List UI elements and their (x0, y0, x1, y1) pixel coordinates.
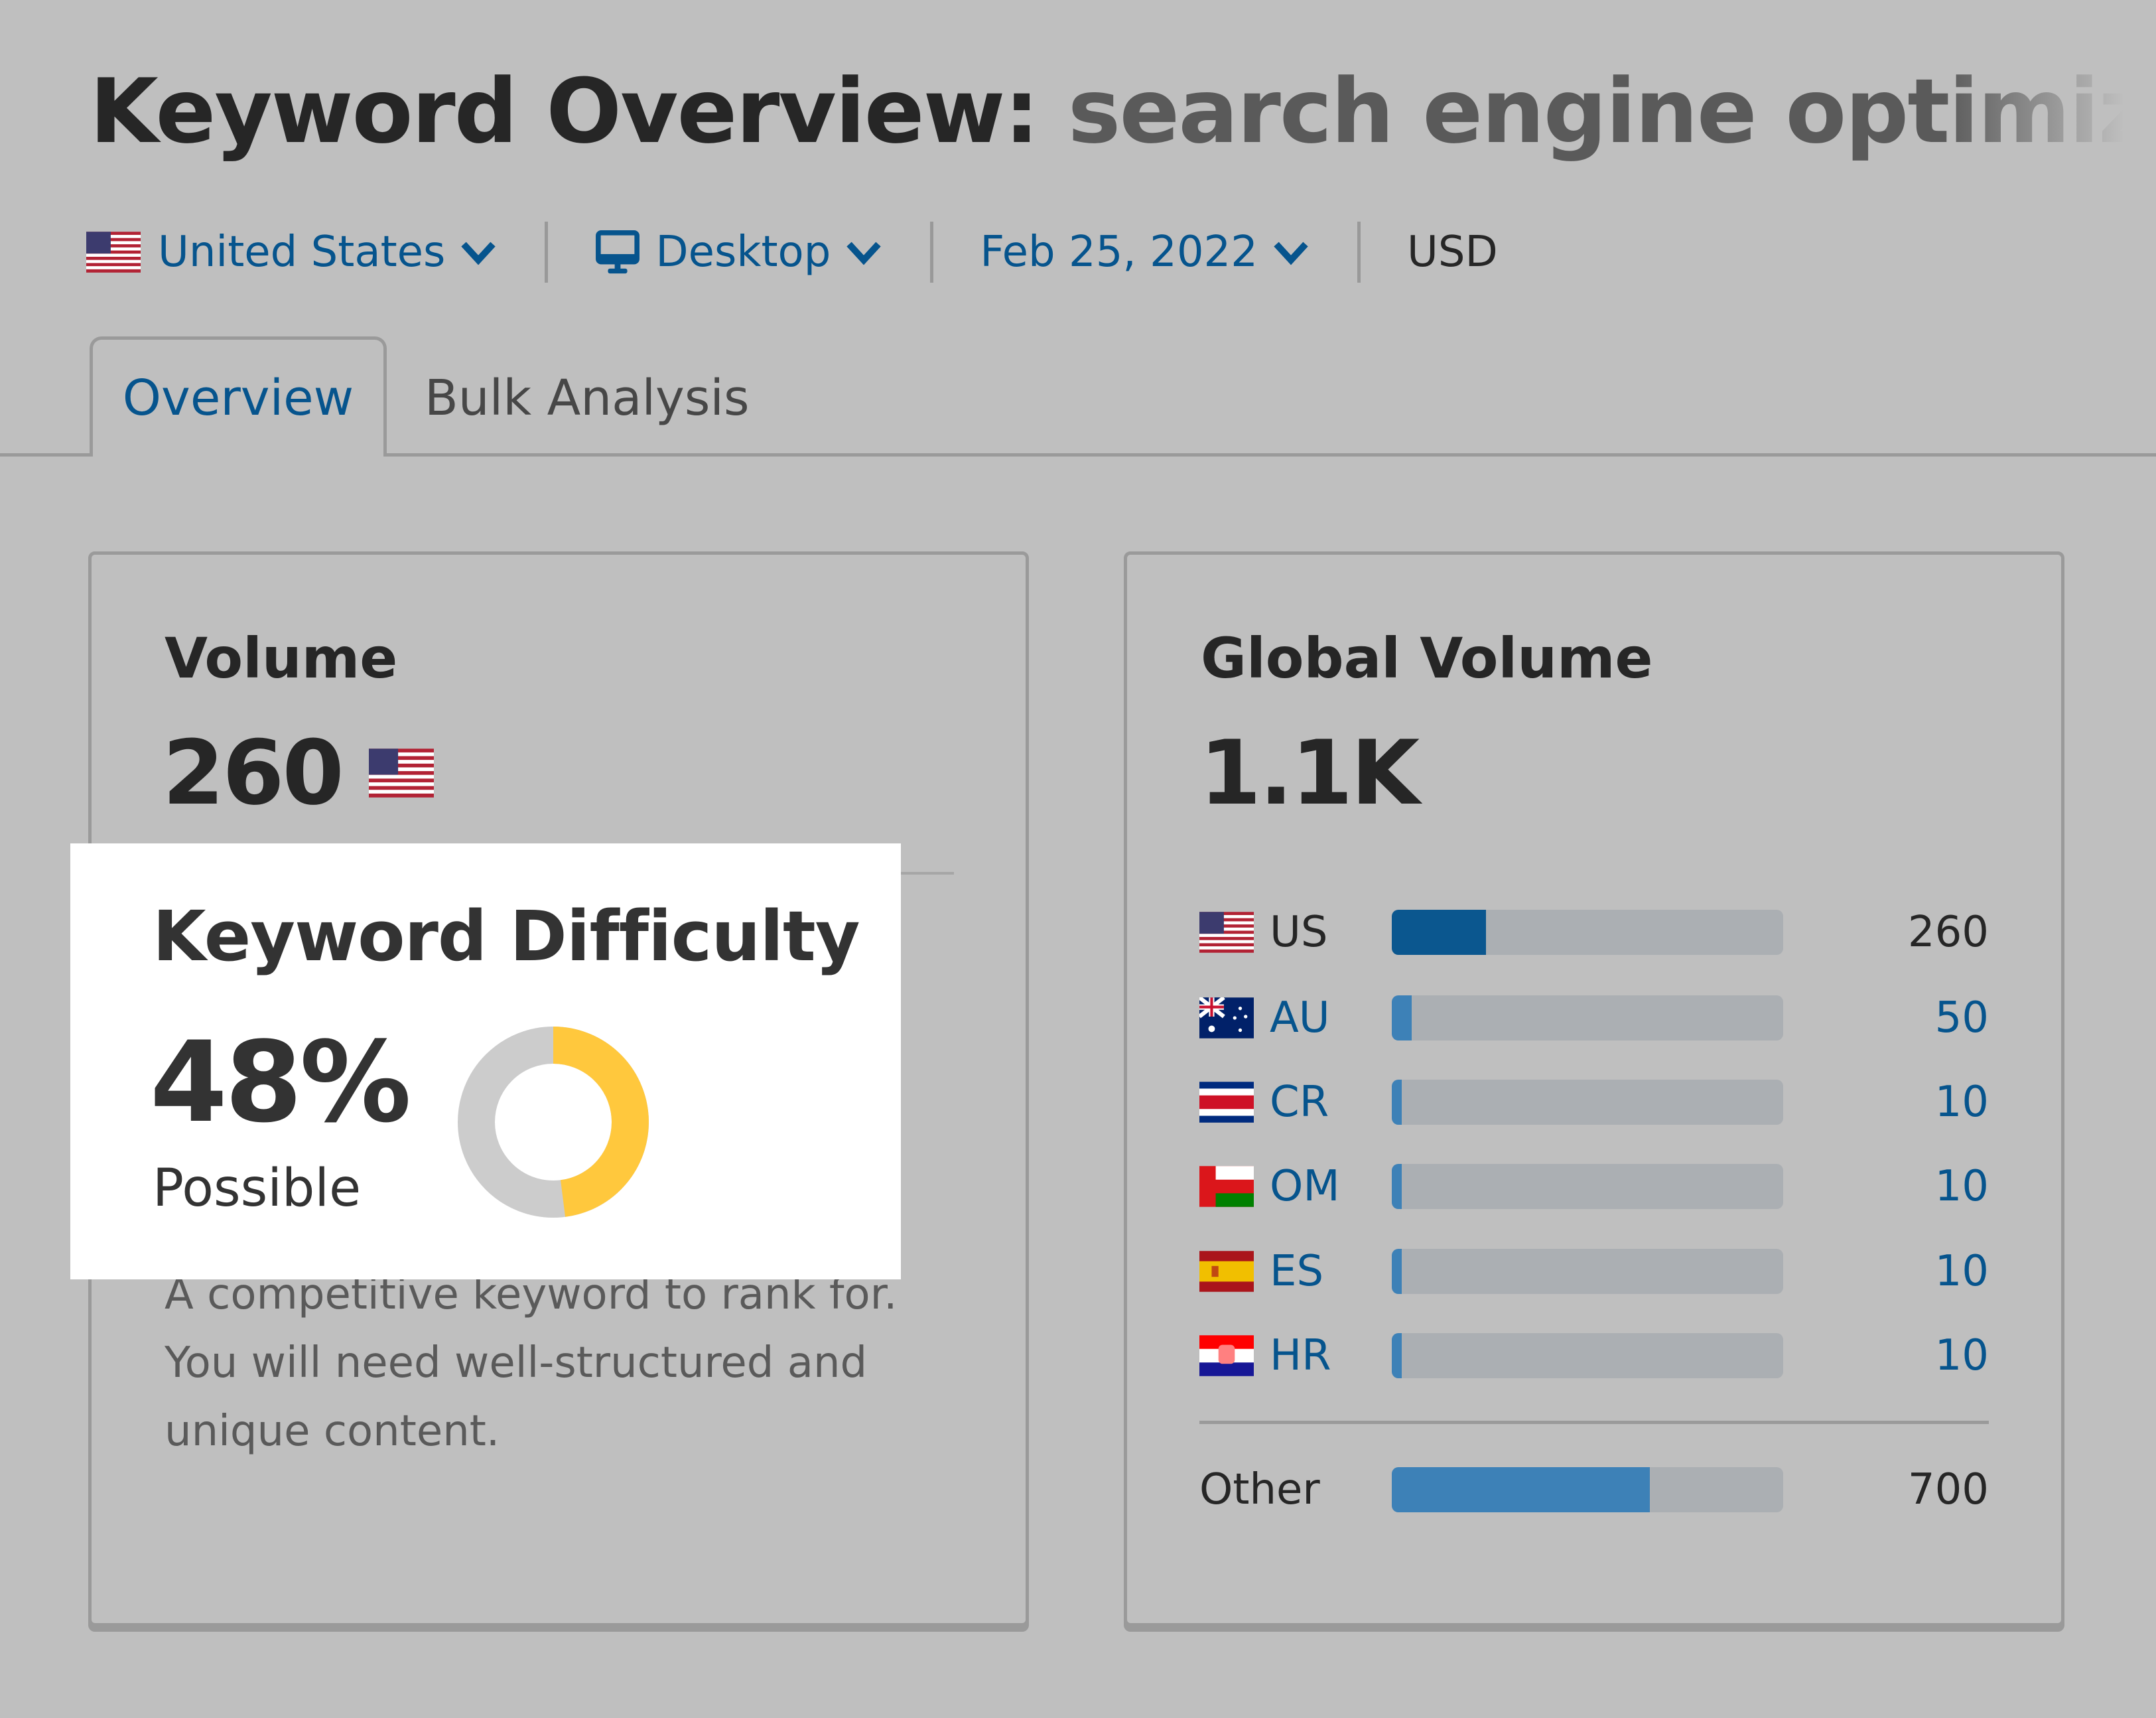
country-row: HR 10 (1199, 1329, 1989, 1382)
hr-flag-icon (1199, 1335, 1254, 1376)
other-volume-bar (1392, 1467, 1783, 1512)
chevron-down-icon (1274, 242, 1308, 265)
global-volume-title: Global Volume (1201, 626, 1653, 691)
au-flag-icon (1199, 997, 1254, 1038)
country-volume-value[interactable]: 10 (1935, 1331, 1989, 1380)
country-code[interactable]: AU (1270, 993, 1382, 1042)
other-label: Other (1199, 1465, 1320, 1514)
country-volume-bar-fill (1392, 1249, 1402, 1294)
keyword-difficulty-donut (458, 1027, 649, 1218)
country-code[interactable]: ES (1270, 1247, 1382, 1296)
country-volume-bar (1392, 995, 1783, 1040)
other-volume-bar-fill (1392, 1467, 1651, 1512)
tab-overview-label: Overview (122, 370, 354, 427)
country-volume-bar (1392, 1164, 1783, 1209)
country-volume-value[interactable]: 10 (1935, 1162, 1989, 1211)
country-volume-bar (1392, 910, 1783, 955)
donut-fill (553, 1027, 649, 1217)
country-row: ES 10 (1199, 1245, 1989, 1298)
country-volume-bar-fill (1392, 1164, 1402, 1209)
country-selector[interactable]: United States (86, 228, 497, 277)
es-flag-icon (1199, 1251, 1254, 1292)
keyword-difficulty-label: Possible (153, 1159, 362, 1218)
keyword-difficulty-value: 48% (150, 1017, 411, 1147)
other-countries-row: Other 700 (1199, 1463, 1989, 1516)
tab-overview[interactable]: Overview (90, 336, 387, 457)
country-code[interactable]: OM (1270, 1162, 1382, 1211)
date-label: Feb 25, 2022 (980, 228, 1258, 277)
global-volume-value: 1.1K (1199, 721, 1420, 825)
device-label: Desktop (655, 228, 831, 277)
cr-flag-icon (1199, 1082, 1254, 1123)
country-volume-bar (1392, 1080, 1783, 1125)
country-volume-bar-fill (1392, 1080, 1402, 1125)
country-volume-bar (1392, 1333, 1783, 1378)
country-volume-value[interactable]: 10 (1935, 1078, 1989, 1127)
keyword-difficulty-panel: Keyword Difficulty 48% Possible (70, 843, 901, 1279)
filter-divider (545, 222, 549, 283)
volume-title: Volume (165, 626, 398, 691)
chevron-down-icon (846, 242, 881, 265)
currency-text: USD (1406, 228, 1498, 277)
volume-value: 260 (163, 721, 344, 825)
desktop-icon (596, 230, 640, 274)
country-code: US (1270, 908, 1328, 957)
filter-bar: United States Desktop Feb 25, 2022 USD (86, 222, 1498, 283)
difficulty-description: A competitive keyword to rank for. You w… (165, 1270, 898, 1456)
page-title-prefix: Keyword Overview: (90, 60, 1040, 163)
country-row: OM 10 (1199, 1160, 1989, 1213)
title-fade-overlay (1944, 58, 2156, 171)
volume-value-row: 260 (163, 723, 434, 823)
chevron-down-icon (461, 242, 496, 265)
country-volume-value: 260 (1907, 908, 1989, 957)
filter-divider (930, 222, 934, 283)
country-row: AU 50 (1199, 991, 1989, 1044)
country-volume-bar-fill (1392, 1333, 1402, 1378)
country-row: CR 10 (1199, 1076, 1989, 1129)
country-label: United States (158, 228, 446, 277)
keyword-difficulty-title: Keyword Difficulty (153, 896, 860, 977)
country-volume-value[interactable]: 50 (1935, 993, 1989, 1042)
page-title: Keyword Overview: search engine optimiza… (90, 58, 2156, 165)
tab-bulk-analysis[interactable]: Bulk Analysis (425, 365, 750, 431)
us-flag-icon (368, 749, 434, 798)
filter-divider (1357, 222, 1361, 283)
global-volume-divider (1199, 1421, 1989, 1424)
currency-label: USD (1407, 228, 1498, 277)
country-volume-bar-fill (1392, 910, 1486, 955)
country-row: US 260 (1199, 906, 1989, 959)
country-code[interactable]: HR (1270, 1331, 1382, 1380)
other-value: 700 (1907, 1465, 1989, 1514)
device-selector[interactable]: Desktop (594, 228, 882, 277)
country-volume-bar-fill (1392, 995, 1412, 1040)
tab-bulk-analysis-label: Bulk Analysis (425, 370, 750, 427)
country-volume-bar (1392, 1249, 1783, 1294)
us-flag-icon (1199, 912, 1254, 953)
us-flag-icon (86, 232, 141, 273)
date-selector[interactable]: Feb 25, 2022 (980, 228, 1310, 277)
country-code[interactable]: CR (1270, 1078, 1382, 1127)
om-flag-icon (1199, 1166, 1254, 1207)
country-volume-value[interactable]: 10 (1935, 1247, 1989, 1296)
